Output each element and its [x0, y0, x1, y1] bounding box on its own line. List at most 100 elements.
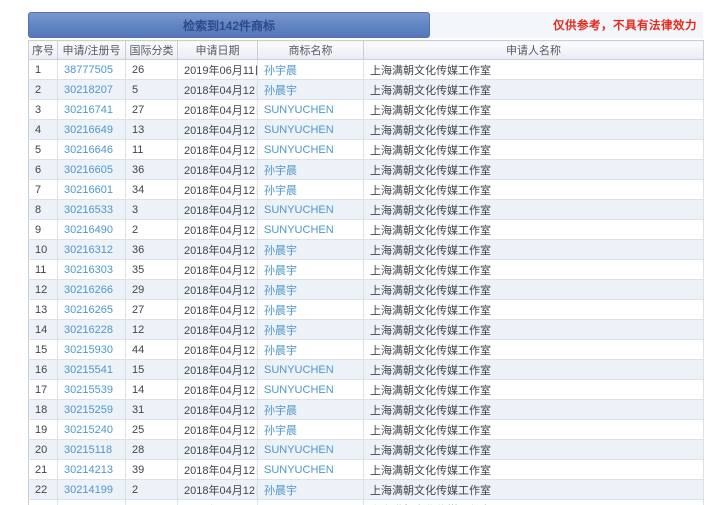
table-row: 1830215259312018年04月12日孙宇晨上海满朝文化传媒工作室: [29, 400, 704, 420]
trademark-name-link[interactable]: 孙晨宇: [264, 345, 297, 357]
trademark-name-link[interactable]: SUNYUCHEN: [264, 384, 334, 396]
trademark-name-link[interactable]: 孙晨宇: [264, 85, 297, 97]
cell-applicant-name: 上海满朝文化传媒工作室: [364, 200, 704, 220]
registration-number-link[interactable]: 30215539: [64, 384, 113, 396]
cell-applicant-name: 上海满朝文化传媒工作室: [364, 220, 704, 240]
cell-application-date: 2018年04月12日: [178, 240, 258, 260]
registration-number-link[interactable]: 38777505: [64, 64, 113, 76]
cell-application-date: 2018年04月12日: [178, 480, 258, 500]
cell-registration-no: 30216303: [58, 260, 126, 280]
cell-trademark-name: SUNYUCHEN: [258, 220, 364, 240]
registration-number-link[interactable]: 30216741: [64, 104, 113, 116]
cell-applicant-name: 上海满朝文化传媒工作室: [364, 380, 704, 400]
registration-number-link[interactable]: 30216228: [64, 324, 113, 336]
cell-application-date: 2018年04月12日: [178, 160, 258, 180]
cell-applicant-name: 上海满朝文化传媒工作室: [364, 180, 704, 200]
cell-registration-no: 30216601: [58, 180, 126, 200]
registration-number-link[interactable]: 30214199: [64, 484, 113, 496]
registration-number-link[interactable]: 30215930: [64, 344, 113, 356]
trademark-name-link[interactable]: SUNYUCHEN: [264, 224, 334, 236]
cell-serial: 18: [29, 400, 58, 420]
table-row: 1730215539142018年04月12日SUNYUCHEN上海满朝文化传媒…: [29, 380, 704, 400]
cell-serial: 16: [29, 360, 58, 380]
trademark-name-link[interactable]: 孙晨宇: [264, 245, 297, 257]
registration-number-link[interactable]: 30215118: [64, 444, 112, 456]
cell-applicant-name: 上海满朝文化传媒工作室: [364, 340, 704, 360]
registration-number-link[interactable]: 30216646: [64, 144, 113, 156]
cell-trademark-name: 孙晨宇: [258, 80, 364, 100]
registration-number-link[interactable]: 30215240: [64, 424, 113, 436]
registration-number-link[interactable]: 30216601: [64, 184, 113, 196]
trademark-name-link[interactable]: SUNYUCHEN: [264, 444, 334, 456]
registration-number-link[interactable]: 30216312: [64, 244, 113, 256]
trademark-name-link[interactable]: 孙晨宇: [264, 305, 297, 317]
disclaimer-bar: 仅供参考，不具有法律效力: [430, 12, 703, 38]
cell-serial: 20: [29, 440, 58, 460]
trademark-name-link[interactable]: SUNYUCHEN: [264, 464, 334, 476]
trademark-name-link[interactable]: SUNYUCHEN: [264, 144, 334, 156]
cell-intl-class: 44: [126, 340, 178, 360]
trademark-name-link[interactable]: SUNYUCHEN: [264, 204, 334, 216]
header-trademark-name: 商标名称: [258, 41, 364, 60]
registration-number-link[interactable]: 30214213: [64, 464, 113, 476]
registration-number-link[interactable]: 30216649: [64, 124, 113, 136]
trademark-name-link[interactable]: SUNYUCHEN: [264, 364, 334, 376]
trademark-name-link[interactable]: 孙晨宇: [264, 485, 297, 497]
cell-intl-class: 3: [126, 200, 178, 220]
trademark-name-link[interactable]: 孙宇晨: [264, 65, 297, 77]
cell-intl-class: 2: [126, 220, 178, 240]
registration-number-link[interactable]: 30216303: [64, 264, 113, 276]
trademark-name-link[interactable]: 孙宇晨: [264, 165, 297, 177]
cell-applicant-name: 上海满朝文化传媒工作室: [364, 360, 704, 380]
cell-serial: 6: [29, 160, 58, 180]
cell-application-date: 2018年04月12日: [178, 180, 258, 200]
registration-number-link[interactable]: 30216265: [64, 304, 113, 316]
registration-number-link[interactable]: 30216266: [64, 284, 113, 296]
cell-applicant-name: 上海满朝文化传媒工作室: [364, 500, 704, 505]
cell-serial: 4: [29, 120, 58, 140]
trademark-name-link[interactable]: 孙宇晨: [264, 425, 297, 437]
trademark-name-link[interactable]: 孙宇晨: [264, 405, 297, 417]
registration-number-link[interactable]: 30216533: [64, 204, 113, 216]
cell-application-date: 2018年04月12日: [178, 260, 258, 280]
cell-serial: 5: [29, 140, 58, 160]
table-row: 1530215930442018年04月12日孙晨宇上海满朝文化传媒工作室: [29, 340, 704, 360]
trademark-name-link[interactable]: 孙晨宇: [264, 265, 297, 277]
cell-registration-no: 30216646: [58, 140, 126, 160]
trademark-name-link[interactable]: 孙宇晨: [264, 185, 297, 197]
cell-applicant-name: 上海满朝文化传媒工作室: [364, 60, 704, 80]
cell-intl-class: 27: [126, 300, 178, 320]
header-registration-no: 申请/注册号: [58, 41, 126, 60]
header-applicant-name: 申请人名称: [364, 41, 704, 60]
table-header-row: 序号 申请/注册号 国际分类 申请日期 商标名称 申请人名称: [29, 41, 704, 60]
registration-number-link[interactable]: 30215541: [64, 364, 113, 376]
registration-number-link[interactable]: 30215259: [64, 404, 113, 416]
cell-applicant-name: 上海满朝文化传媒工作室: [364, 440, 704, 460]
cell-trademark-name: SUNYUCHEN: [258, 440, 364, 460]
table-row: 2330213123302018年04月12日SUNYUCHEN上海满朝文化传媒…: [29, 500, 704, 505]
disclaimer-text: 仅供参考，不具有法律效力: [553, 17, 697, 33]
registration-number-link[interactable]: 30216605: [64, 164, 113, 176]
trademark-name-link[interactable]: 孙晨宇: [264, 325, 297, 337]
cell-serial: 11: [29, 260, 58, 280]
trademark-name-link[interactable]: SUNYUCHEN: [264, 104, 334, 116]
cell-trademark-name: 孙宇晨: [258, 400, 364, 420]
cell-serial: 1: [29, 60, 58, 80]
cell-registration-no: 30216741: [58, 100, 126, 120]
registration-number-link[interactable]: 30218207: [64, 84, 113, 96]
table-row: 2130214213392018年04月12日SUNYUCHEN上海满朝文化传媒…: [29, 460, 704, 480]
cell-intl-class: 35: [126, 260, 178, 280]
registration-number-link[interactable]: 30216490: [64, 224, 113, 236]
cell-intl-class: 26: [126, 60, 178, 80]
cell-serial: 17: [29, 380, 58, 400]
trademark-name-link[interactable]: SUNYUCHEN: [264, 124, 334, 136]
cell-registration-no: 30214213: [58, 460, 126, 480]
result-count-button[interactable]: 检索到142件商标: [28, 12, 430, 38]
table-row: 138777505262019年06月11日孙宇晨上海满朝文化传媒工作室: [29, 60, 704, 80]
cell-application-date: 2018年04月12日: [178, 80, 258, 100]
cell-intl-class: 11: [126, 140, 178, 160]
cell-trademark-name: 孙晨宇: [258, 480, 364, 500]
cell-intl-class: 36: [126, 160, 178, 180]
trademark-name-link[interactable]: 孙晨宇: [264, 285, 297, 297]
cell-trademark-name: SUNYUCHEN: [258, 380, 364, 400]
